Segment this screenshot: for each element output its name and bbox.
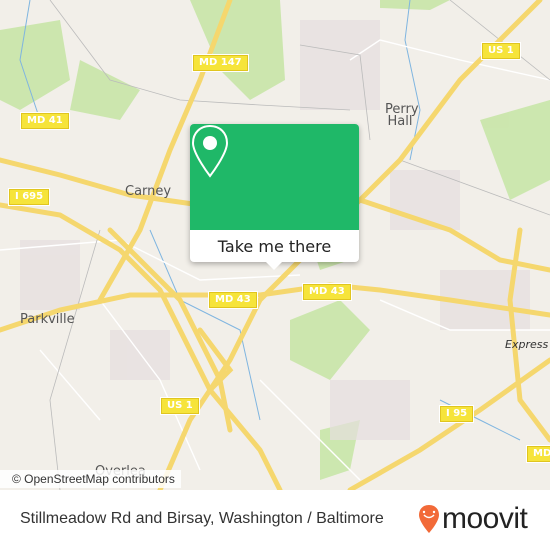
popup-pointer <box>266 262 282 270</box>
map-attribution[interactable]: © OpenStreetMap contributors <box>0 470 181 488</box>
take-me-there-button[interactable]: Take me there <box>190 230 359 262</box>
moovit-pin-icon <box>419 505 439 533</box>
route-shield: US 1 <box>481 42 521 60</box>
route-shield: MD <box>525 445 550 463</box>
route-shield: US 1 <box>160 397 200 415</box>
route-shield: MD 147 <box>192 54 249 72</box>
moovit-logo[interactable]: moovit <box>418 502 528 536</box>
place-label: Perry Hall <box>385 102 419 129</box>
map-pin-icon <box>191 124 229 178</box>
map[interactable]: MD 147 MD 41 I 695 US 1 MD 43 MD 43 US 1… <box>0 0 550 490</box>
route-shield: MD 43 <box>208 291 258 309</box>
route-shield: MD 41 <box>20 112 70 130</box>
location-title: Stillmeadow Rd and Birsay, Washington / … <box>20 510 384 527</box>
location-popup: Take me there <box>190 124 359 270</box>
moovit-wordmark: moovit <box>442 502 528 535</box>
footer: Stillmeadow Rd and Birsay, Washington / … <box>0 490 550 550</box>
route-shield: I 695 <box>7 188 51 206</box>
popup-header <box>190 124 359 230</box>
route-shield: MD 43 <box>302 283 352 301</box>
place-label: Express <box>505 338 549 351</box>
place-label: Carney <box>125 184 172 199</box>
place-label: Parkville <box>20 312 75 327</box>
route-shield: I 95 <box>438 405 475 423</box>
